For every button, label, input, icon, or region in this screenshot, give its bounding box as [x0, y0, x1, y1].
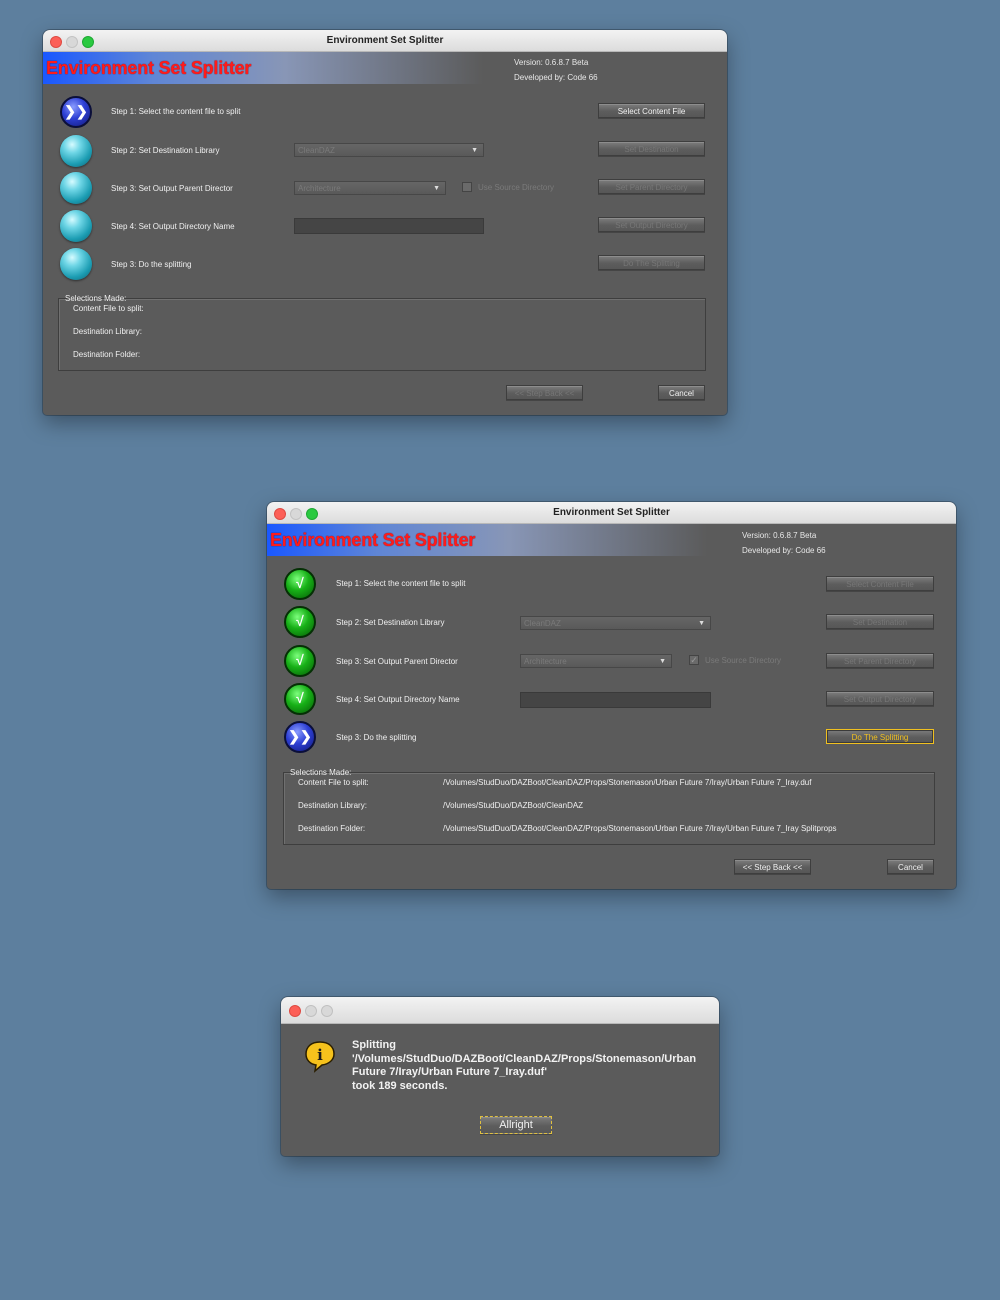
orb-icon	[60, 210, 92, 242]
set-parent-directory-button[interactable]: Set Parent Directory	[826, 653, 934, 668]
dialog-line-1: Splitting	[352, 1039, 396, 1051]
destination-library-select[interactable]: CleanDAZ ▼	[294, 143, 484, 157]
close-window-button[interactable]	[274, 508, 286, 520]
selections-group	[58, 298, 706, 371]
checkmark-icon: √	[284, 683, 316, 715]
step-1-label: Step 1: Select the content file to split	[111, 107, 241, 116]
chevron-down-icon: ▼	[471, 147, 478, 154]
title-bar[interactable]: Environment Set Splitter	[43, 30, 727, 52]
output-directory-name-input[interactable]	[520, 692, 711, 708]
set-destination-button[interactable]: Set Destination	[598, 141, 705, 156]
parent-directory-select[interactable]: Architecture ▼	[294, 181, 446, 195]
do-the-splitting-button[interactable]: Do The Splitting	[598, 255, 705, 270]
info-glyph: i	[317, 1046, 323, 1064]
step-2-label: Step 2: Set Destination Library	[111, 146, 220, 155]
version-text: Version: 0.6.8.7 Beta	[514, 58, 589, 67]
content-file-label: Content File to split:	[73, 304, 144, 313]
destination-folder-value: /Volumes/StudDuo/DAZBoot/CleanDAZ/Props/…	[443, 824, 837, 833]
step-5-label: Step 3: Do the splitting	[111, 260, 192, 269]
splitter-window-ready: Environment Set Splitter Environment Set…	[267, 502, 956, 889]
cancel-button[interactable]: Cancel	[658, 385, 705, 400]
developer-text: Developed by: Code 66	[514, 73, 598, 82]
splitter-window-initial: Environment Set Splitter Environment Set…	[43, 30, 727, 415]
dialog-title-bar[interactable]	[281, 997, 719, 1024]
chevron-down-icon: ▼	[698, 620, 705, 627]
step-1-label: Step 1: Select the content file to split	[336, 579, 466, 588]
select-content-file-button[interactable]: Select Content File	[598, 103, 705, 118]
do-the-splitting-button[interactable]: Do The Splitting	[826, 729, 934, 744]
destination-folder-label: Destination Folder:	[298, 824, 366, 833]
selections-title: Selections Made:	[65, 294, 127, 303]
checkmark-icon: √	[284, 606, 316, 638]
version-text: Version: 0.6.8.7 Beta	[742, 531, 817, 540]
close-window-button[interactable]	[50, 36, 62, 48]
output-directory-name-input[interactable]	[294, 218, 484, 234]
use-source-directory-checkbox[interactable]: ✓	[689, 655, 699, 665]
minimize-window-button[interactable]	[290, 508, 302, 520]
zoom-window-button[interactable]	[321, 1005, 333, 1017]
dialog-message: Splitting '/Volumes/StudDuo/DAZBoot/Clea…	[352, 1039, 696, 1093]
step-4-label: Step 4: Set Output Directory Name	[111, 222, 235, 231]
use-source-directory-label: Use Source Directory	[478, 183, 555, 192]
set-parent-directory-button[interactable]: Set Parent Directory	[598, 179, 705, 194]
cancel-button[interactable]: Cancel	[887, 859, 934, 874]
step-back-button[interactable]: << Step Back <<	[506, 385, 583, 400]
orb-icon	[60, 248, 92, 280]
destination-library-label: Destination Library:	[298, 801, 367, 810]
orb-icon	[60, 135, 92, 167]
destination-library-label: Destination Library:	[73, 327, 142, 336]
double-chevron-icon: ❯❯	[284, 721, 316, 753]
checkmark-icon: √	[284, 568, 316, 600]
destination-library-value: CleanDAZ	[298, 146, 335, 155]
splitting-complete-dialog: i Splitting '/Volumes/StudDuo/DAZBoot/Cl…	[281, 997, 719, 1156]
set-destination-button[interactable]: Set Destination	[826, 614, 934, 629]
use-source-directory-label: Use Source Directory	[705, 656, 782, 665]
info-icon: i	[305, 1041, 335, 1073]
zoom-window-button[interactable]	[306, 508, 318, 520]
use-source-directory-checkbox[interactable]	[462, 182, 472, 192]
app-title: Environment Set Splitter	[46, 58, 252, 78]
step-4-label: Step 4: Set Output Directory Name	[336, 695, 460, 704]
zoom-window-button[interactable]	[82, 36, 94, 48]
window-title: Environment Set Splitter	[326, 35, 444, 46]
step-3-label: Step 3: Set Output Parent Director	[111, 184, 233, 193]
selections-title: Selections Made:	[290, 768, 352, 777]
content-file-value: /Volumes/StudDuo/DAZBoot/CleanDAZ/Props/…	[443, 778, 812, 787]
select-content-file-button[interactable]: Select Content File	[826, 576, 934, 591]
close-window-button[interactable]	[289, 1005, 301, 1017]
chevron-down-icon: ▼	[433, 185, 440, 192]
destination-library-select[interactable]: CleanDAZ ▼	[520, 616, 711, 630]
parent-directory-value: Architecture	[298, 184, 341, 193]
allright-button[interactable]: Allright	[480, 1116, 552, 1134]
parent-directory-value: Architecture	[524, 657, 567, 666]
set-output-directory-button[interactable]: Set Output Directory	[598, 217, 705, 232]
developer-text: Developed by: Code 66	[742, 546, 826, 555]
step-2-label: Step 2: Set Destination Library	[336, 618, 445, 627]
dialog-line-4: took 189 seconds.	[352, 1079, 448, 1092]
minimize-window-button[interactable]	[305, 1005, 317, 1017]
content-file-label: Content File to split:	[298, 778, 369, 787]
checkmark-icon: √	[284, 645, 316, 677]
orb-icon	[60, 172, 92, 204]
destination-library-value-text: /Volumes/StudDuo/DAZBoot/CleanDAZ	[443, 801, 584, 810]
window-title: Environment Set Splitter	[553, 507, 670, 518]
set-output-directory-button[interactable]: Set Output Directory	[826, 691, 934, 706]
minimize-window-button[interactable]	[66, 36, 78, 48]
chevron-down-icon: ▼	[659, 658, 666, 665]
step-5-label: Step 3: Do the splitting	[336, 733, 417, 742]
destination-folder-label: Destination Folder:	[73, 350, 141, 359]
destination-library-value: CleanDAZ	[524, 619, 561, 628]
title-bar[interactable]: Environment Set Splitter	[267, 502, 956, 524]
app-title: Environment Set Splitter	[270, 530, 476, 550]
dialog-line-3: Future 7/Iray/Urban Future 7_Iray.duf'	[352, 1066, 547, 1078]
parent-directory-select[interactable]: Architecture ▼	[520, 654, 672, 668]
step-back-button[interactable]: << Step Back <<	[734, 859, 811, 874]
dialog-line-2: '/Volumes/StudDuo/DAZBoot/CleanDAZ/Props…	[352, 1052, 697, 1065]
step-3-label: Step 3: Set Output Parent Director	[336, 657, 458, 666]
double-chevron-icon: ❯❯	[60, 96, 92, 128]
